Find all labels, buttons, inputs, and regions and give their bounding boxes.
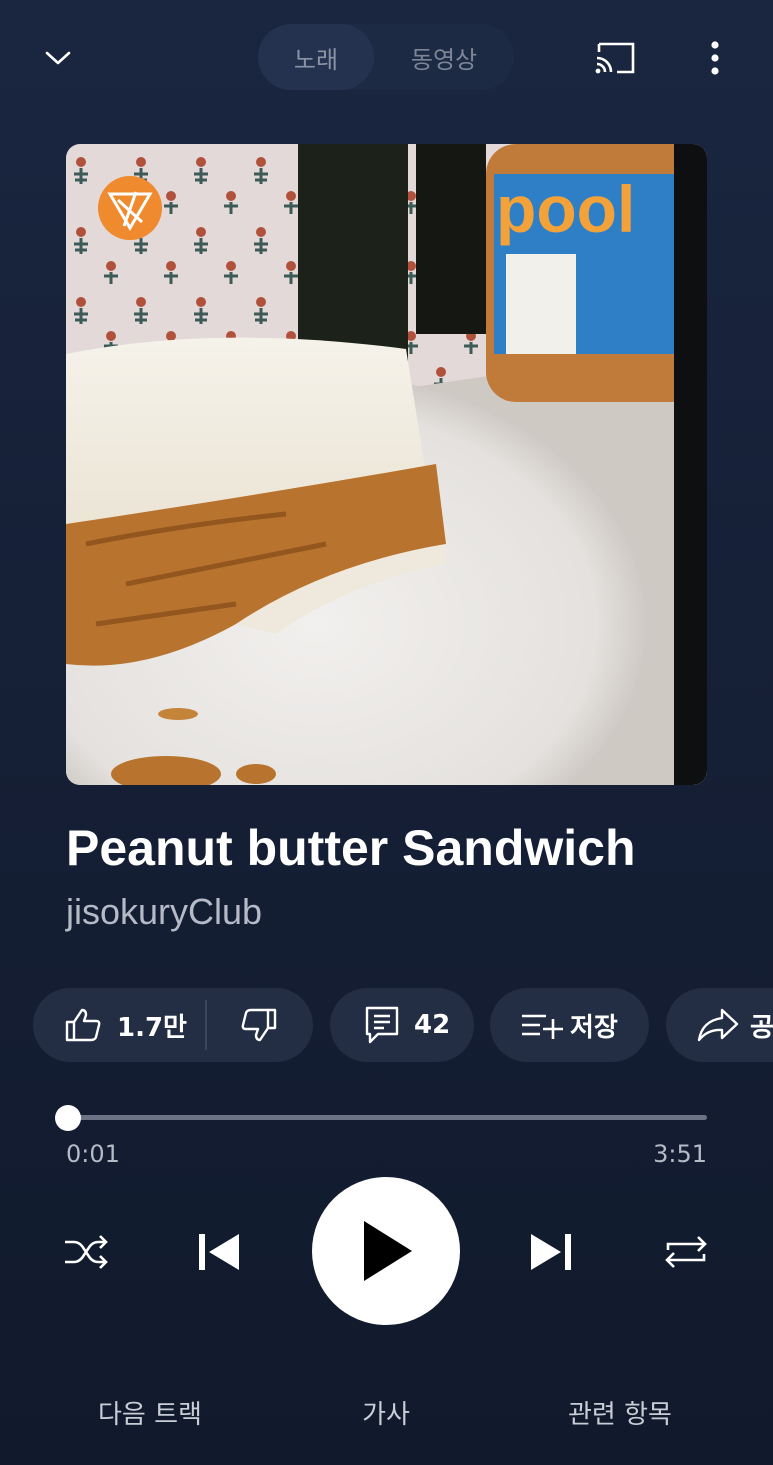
tab-video[interactable]: 동영상 bbox=[374, 24, 514, 90]
jar-label-text: pool bbox=[496, 172, 635, 246]
shuffle-button[interactable] bbox=[60, 1226, 112, 1278]
like-count: 1.7만 bbox=[117, 1012, 187, 1043]
shuffle-icon bbox=[65, 1235, 108, 1269]
thumbs-up-icon bbox=[65, 1008, 101, 1042]
current-time: 0:01 bbox=[66, 1140, 120, 1168]
skip-next-icon bbox=[531, 1234, 571, 1270]
like-dislike-chip: 1.7만 bbox=[33, 988, 313, 1062]
chevron-down-icon bbox=[45, 51, 71, 65]
more-vert-icon bbox=[711, 41, 719, 75]
seek-handle[interactable] bbox=[55, 1105, 81, 1131]
like-button[interactable]: 1.7만 bbox=[33, 988, 205, 1062]
comment-count: 42 bbox=[414, 1010, 451, 1040]
seek-bar[interactable] bbox=[55, 1104, 707, 1132]
share-button[interactable]: 공유 bbox=[666, 988, 773, 1062]
share-arrow-icon bbox=[696, 1007, 740, 1043]
bottom-tabs: 다음 트랙 가사 관련 항목 bbox=[0, 1390, 773, 1440]
album-art: pool bbox=[66, 144, 707, 785]
play-icon bbox=[364, 1221, 412, 1281]
save-label: 저장 bbox=[570, 1012, 618, 1043]
cast-button[interactable] bbox=[592, 36, 640, 80]
thumbs-down-icon bbox=[241, 1008, 277, 1042]
total-time: 3:51 bbox=[653, 1140, 707, 1168]
play-button[interactable] bbox=[312, 1177, 460, 1325]
tab-related[interactable]: 관련 항목 bbox=[530, 1390, 710, 1440]
next-track-button[interactable] bbox=[524, 1224, 580, 1280]
cast-icon bbox=[595, 42, 635, 74]
action-chips: 1.7만 42 저장 공 bbox=[33, 988, 773, 1062]
save-button[interactable]: 저장 bbox=[490, 988, 649, 1062]
top-bar: 노래 동영상 bbox=[0, 0, 773, 115]
more-options-button[interactable] bbox=[700, 36, 730, 80]
collapse-player-button[interactable] bbox=[38, 38, 78, 78]
dislike-button[interactable] bbox=[207, 988, 311, 1062]
skip-previous-icon bbox=[199, 1234, 239, 1270]
tab-song[interactable]: 노래 bbox=[258, 24, 374, 90]
share-label: 공유 bbox=[750, 1012, 773, 1043]
playlist-add-icon bbox=[520, 1010, 564, 1040]
repeat-icon bbox=[665, 1236, 707, 1268]
tab-lyrics[interactable]: 가사 bbox=[326, 1390, 446, 1440]
comments-button[interactable]: 42 bbox=[330, 988, 474, 1062]
album-art-image: pool bbox=[66, 144, 707, 785]
song-title: Peanut butter Sandwich bbox=[66, 820, 636, 876]
previous-track-button[interactable] bbox=[190, 1224, 246, 1280]
repeat-button[interactable] bbox=[660, 1226, 712, 1278]
artist-name[interactable]: jisokuryClub bbox=[66, 888, 262, 936]
comment-icon bbox=[364, 1005, 400, 1045]
tab-up-next[interactable]: 다음 트랙 bbox=[60, 1390, 240, 1440]
song-video-toggle: 노래 동영상 bbox=[258, 24, 514, 90]
seek-track bbox=[66, 1115, 707, 1120]
